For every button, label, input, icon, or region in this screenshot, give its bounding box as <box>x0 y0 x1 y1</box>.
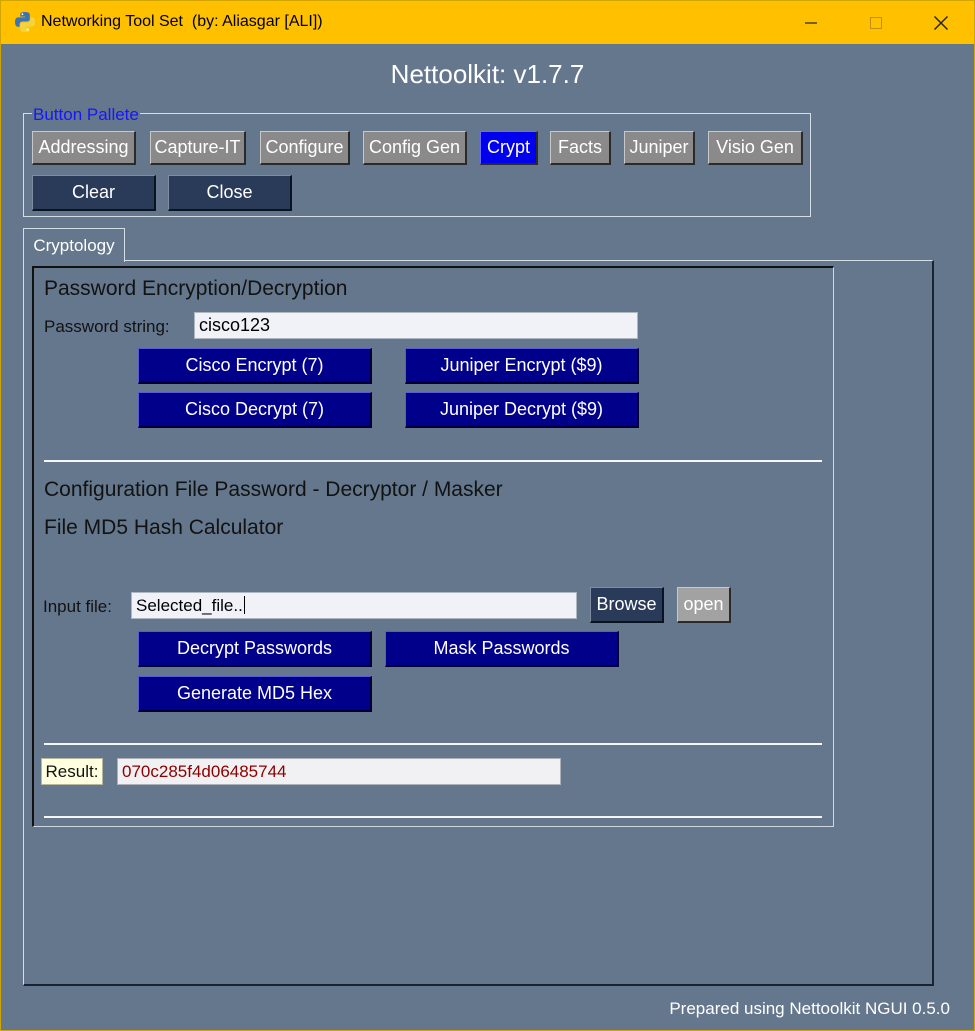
config-decryptor-heading: Configuration File Password - Decryptor … <box>44 478 503 501</box>
browse-button[interactable]: Browse <box>590 587 664 623</box>
title-bar[interactable]: Networking Tool Set (by: Aliasgar [ALI]) <box>1 1 974 44</box>
input-file-value: Selected_file.. <box>136 596 243 615</box>
clear-button[interactable]: Clear <box>32 175 156 211</box>
result-label: Result: <box>41 758 103 785</box>
maximize-icon <box>870 16 882 29</box>
open-button[interactable]: open <box>677 587 731 623</box>
config-gen-button[interactable]: Config Gen <box>363 131 467 165</box>
close-window-button[interactable] <box>912 1 970 44</box>
close-button[interactable]: Close <box>168 175 292 211</box>
mask-passwords-button[interactable]: Mask Passwords <box>385 631 619 667</box>
separator <box>44 816 822 818</box>
generate-md5-button[interactable]: Generate MD5 Hex <box>138 676 372 712</box>
visio-gen-button[interactable]: Visio Gen <box>708 131 803 165</box>
juniper-decrypt-button[interactable]: Juniper Decrypt ($9) <box>405 392 639 428</box>
text-cursor <box>243 596 245 614</box>
input-file-field[interactable]: Selected_file.. <box>131 592 577 619</box>
result-value-field[interactable]: 070c285f4d06485744 <box>117 758 561 785</box>
password-section-heading: Password Encryption/Decryption <box>44 277 348 300</box>
maximize-button[interactable] <box>847 1 905 44</box>
capture-it-button[interactable]: Capture-IT <box>150 131 246 165</box>
app-window: Networking Tool Set (by: Aliasgar [ALI])… <box>0 0 975 1031</box>
button-pallete-legend: Button Pallete <box>32 105 140 124</box>
cisco-encrypt-button[interactable]: Cisco Encrypt (7) <box>138 348 372 384</box>
minimize-button[interactable] <box>782 1 840 44</box>
password-string-label: Password string: <box>44 317 170 336</box>
password-string-input[interactable]: cisco123 <box>194 312 638 339</box>
window-title: Networking Tool Set (by: Aliasgar [ALI]) <box>41 13 323 30</box>
crypt-button[interactable]: Crypt <box>480 131 538 165</box>
footer-text: Prepared using Nettoolkit NGUI 0.5.0 <box>669 999 950 1018</box>
md5-hash-heading: File MD5 Hash Calculator <box>44 516 284 539</box>
close-icon <box>934 15 948 30</box>
cisco-decrypt-button[interactable]: Cisco Decrypt (7) <box>138 392 372 428</box>
configure-button[interactable]: Configure <box>260 131 350 165</box>
app-title: Nettoolkit: v1.7.7 <box>390 59 585 89</box>
minimize-icon <box>805 21 817 24</box>
juniper-encrypt-button[interactable]: Juniper Encrypt ($9) <box>405 348 639 384</box>
python-icon <box>15 12 35 32</box>
separator <box>44 460 822 462</box>
decrypt-passwords-button[interactable]: Decrypt Passwords <box>138 631 372 667</box>
facts-button[interactable]: Facts <box>550 131 611 165</box>
addressing-button[interactable]: Addressing <box>32 131 136 165</box>
juniper-button[interactable]: Juniper <box>624 131 695 165</box>
input-file-label: Input file: <box>43 597 112 616</box>
separator <box>44 743 822 745</box>
tab-cryptology[interactable]: Cryptology <box>23 228 125 262</box>
